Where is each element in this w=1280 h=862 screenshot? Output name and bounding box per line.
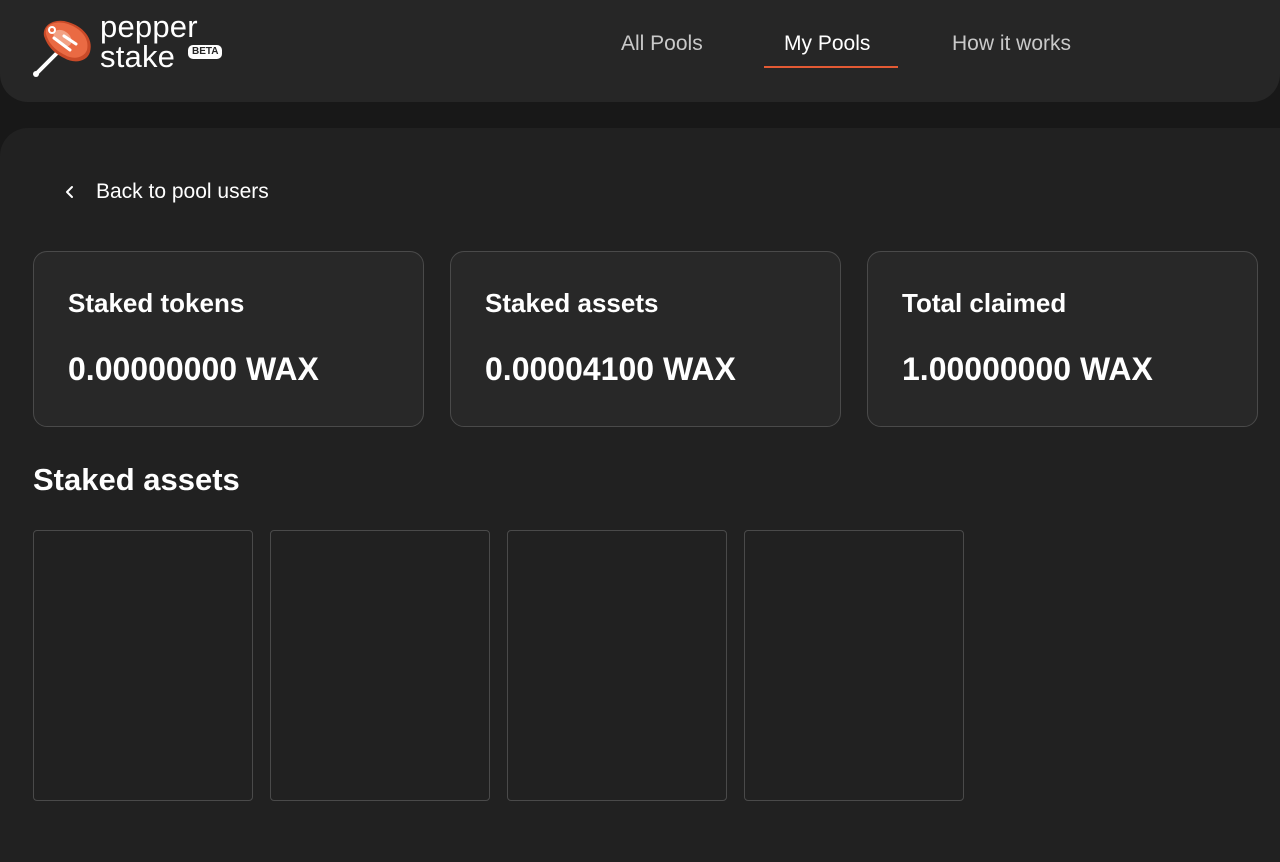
nav-all-pools[interactable]: All Pools [621, 32, 703, 56]
nav-my-pools[interactable]: My Pools [784, 32, 870, 56]
top-nav-bar: pepper stake BETA All Pools My Pools How… [0, 0, 1280, 102]
stat-value: 1.00000000 WAX [902, 351, 1153, 387]
stat-label: Staked assets [485, 288, 659, 318]
back-link-label: Back to pool users [96, 180, 269, 203]
staked-asset-card[interactable] [507, 530, 727, 801]
stat-label: Total claimed [902, 288, 1067, 318]
staked-assets-heading: Staked assets [33, 462, 240, 497]
stat-label: Staked tokens [68, 288, 245, 318]
main-nav: All Pools My Pools How it works [0, 32, 1280, 72]
staked-asset-card[interactable] [744, 530, 964, 801]
stat-card-total-claimed: Total claimed 1.00000000 WAX [867, 251, 1258, 427]
back-to-pool-users-link[interactable]: Back to pool users [62, 180, 269, 204]
stat-card-staked-tokens: Staked tokens 0.00000000 WAX [33, 251, 424, 427]
active-tab-underline [764, 66, 898, 68]
stat-value: 0.00000000 WAX [68, 351, 319, 387]
main-panel: Back to pool users Staked tokens 0.00000… [0, 128, 1280, 862]
stat-value: 0.00004100 WAX [485, 351, 736, 387]
stat-card-staked-assets: Staked assets 0.00004100 WAX [450, 251, 841, 427]
nav-how-it-works[interactable]: How it works [952, 32, 1071, 56]
staked-asset-card[interactable] [33, 530, 253, 801]
chevron-left-icon [66, 186, 73, 198]
staked-asset-card[interactable] [270, 530, 490, 801]
